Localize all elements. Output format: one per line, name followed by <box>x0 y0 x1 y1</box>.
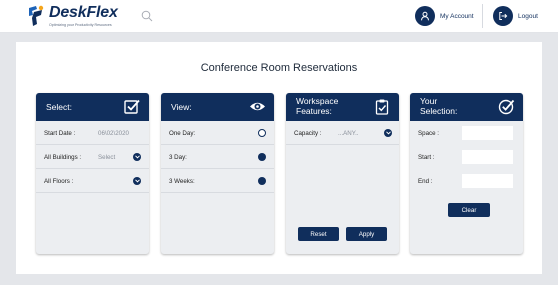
brand-tagline: Optimizing your Productivity Resources <box>49 23 112 27</box>
deskflex-logo-icon <box>29 5 44 26</box>
page-title: Conference Room Reservations <box>200 62 358 74</box>
reset-button[interactable]: Reset <box>298 227 339 241</box>
start-field[interactable] <box>462 150 513 164</box>
clear-button[interactable]: Clear <box>448 203 490 217</box>
view-card-title: View: <box>171 102 192 112</box>
logout-button[interactable]: Logout <box>493 5 538 27</box>
view-option-one-day[interactable]: One Day: <box>161 121 274 145</box>
chevron-down-icon[interactable] <box>384 129 392 137</box>
top-bar: DeskFlex Optimizing your Productivity Re… <box>0 0 558 33</box>
start-date-label: Start Date : <box>44 130 76 137</box>
select-card: Select: Start Date : 06\02\2020 All Buil… <box>36 93 149 254</box>
your-selection-title-line2: Selection: <box>420 105 458 116</box>
space-row: Space : <box>410 121 523 145</box>
workspace-features-title-line2: Features: <box>296 105 332 116</box>
start-date-value[interactable]: 06\02\2020 <box>98 130 129 137</box>
my-account-button[interactable]: My Account <box>415 5 474 27</box>
view-card: View: One Day: 3 Day: 3 Weeks: <box>161 93 274 254</box>
check-circle-icon <box>498 99 515 115</box>
buildings-select-value[interactable]: Select <box>98 154 115 161</box>
space-label: Space : <box>418 130 439 137</box>
capacity-label: Capacity : <box>294 130 322 137</box>
search-icon[interactable] <box>141 10 153 22</box>
workspace-features-title: Workspace Features: <box>296 96 339 116</box>
your-selection-title: Your Selection: <box>420 96 458 116</box>
your-selection-title-line1: Your <box>420 96 438 106</box>
view-card-header: View: <box>161 93 274 121</box>
radio-selected[interactable] <box>258 129 266 137</box>
view-option-label: 3 Day: <box>169 154 187 161</box>
capacity-select-value[interactable]: ...ANY.. <box>338 130 359 137</box>
radio-unselected[interactable] <box>258 153 266 161</box>
buildings-row[interactable]: All Buildings : Select <box>36 145 149 169</box>
logout-icon <box>493 6 513 26</box>
my-account-label: My Account <box>440 12 474 20</box>
clipboard-check-icon <box>375 99 389 115</box>
floors-label: All Floors : <box>44 178 74 185</box>
end-label: End : <box>418 178 433 185</box>
view-option-label: One Day: <box>169 130 196 137</box>
main-panel: Conference Room Reservations Select: Sta… <box>16 42 542 274</box>
logout-label: Logout <box>518 12 538 20</box>
your-selection-header: Your Selection: <box>410 93 523 121</box>
apply-button[interactable]: Apply <box>346 227 387 241</box>
your-selection-card: Your Selection: Space : Start : End : Cl… <box>410 93 523 254</box>
deskflex-logo[interactable]: DeskFlex Optimizing your Productivity Re… <box>26 4 136 30</box>
start-row: Start : <box>410 145 523 169</box>
user-icon <box>415 6 435 26</box>
view-option-3-day[interactable]: 3 Day: <box>161 145 274 169</box>
workspace-features-header: Workspace Features: <box>286 93 399 121</box>
eye-icon <box>250 102 265 111</box>
header-divider <box>482 4 483 28</box>
workspace-features-card: Workspace Features: Capacity : ...ANY.. … <box>286 93 399 254</box>
chevron-down-icon[interactable] <box>133 153 141 161</box>
brand-name: DeskFlex <box>49 4 118 21</box>
buildings-label: All Buildings : <box>44 154 82 161</box>
view-option-label: 3 Weeks: <box>169 178 195 185</box>
workspace-features-title-line1: Workspace <box>296 96 339 106</box>
floors-row[interactable]: All Floors : <box>36 169 149 193</box>
chevron-down-icon[interactable] <box>133 177 141 185</box>
capacity-row[interactable]: Capacity : ...ANY.. <box>286 121 399 145</box>
start-date-row[interactable]: Start Date : 06\02\2020 <box>36 121 149 145</box>
space-field[interactable] <box>462 126 513 140</box>
start-label: Start : <box>418 154 435 161</box>
select-card-title: Select: <box>46 102 72 112</box>
checkbox-icon <box>124 99 140 114</box>
radio-unselected[interactable] <box>258 177 266 185</box>
end-field[interactable] <box>462 174 513 188</box>
view-option-3-weeks[interactable]: 3 Weeks: <box>161 169 274 193</box>
select-card-header: Select: <box>36 93 149 121</box>
end-row: End : <box>410 169 523 193</box>
